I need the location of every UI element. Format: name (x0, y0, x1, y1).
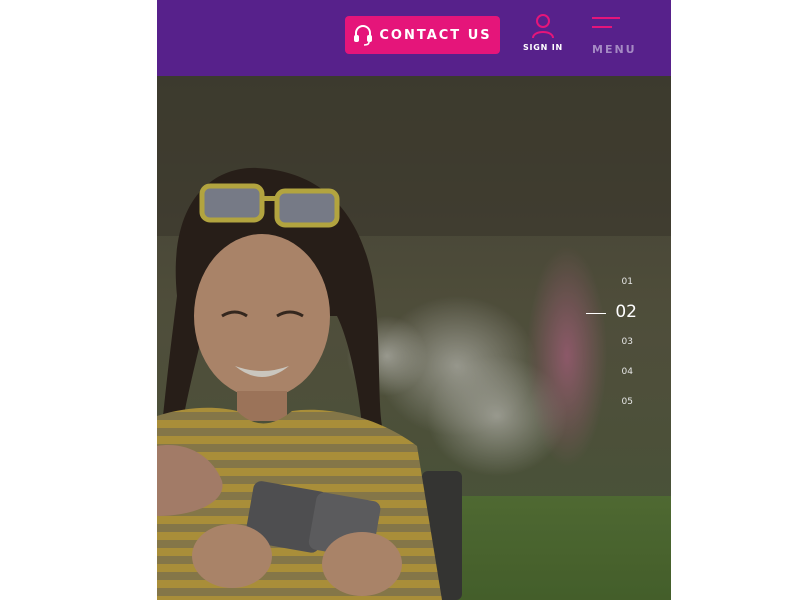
slide-link-03[interactable]: 03 (622, 337, 633, 347)
user-icon (531, 13, 555, 39)
hamburger-icon (592, 17, 622, 31)
hero-image (157, 76, 671, 600)
slide-link-04[interactable]: 04 (622, 367, 633, 377)
site-viewport: CONTACT US SIGN IN MENU 01 02 03 04 05 (157, 0, 671, 600)
contact-us-button[interactable]: CONTACT US (345, 16, 500, 54)
page: CONTACT US SIGN IN MENU 01 02 03 04 05 (0, 0, 800, 600)
slide-link-01[interactable]: 01 (622, 277, 633, 287)
contact-us-label: CONTACT US (379, 27, 492, 43)
sign-in-button[interactable]: SIGN IN (521, 13, 565, 59)
slide-link-02[interactable]: 02 (615, 302, 637, 322)
site-header: CONTACT US SIGN IN MENU (157, 0, 671, 76)
sign-in-label: SIGN IN (522, 43, 564, 52)
menu-button[interactable]: MENU (589, 14, 635, 60)
menu-label: MENU (592, 43, 637, 56)
headset-icon (353, 24, 373, 46)
slide-link-05[interactable]: 05 (622, 397, 633, 407)
